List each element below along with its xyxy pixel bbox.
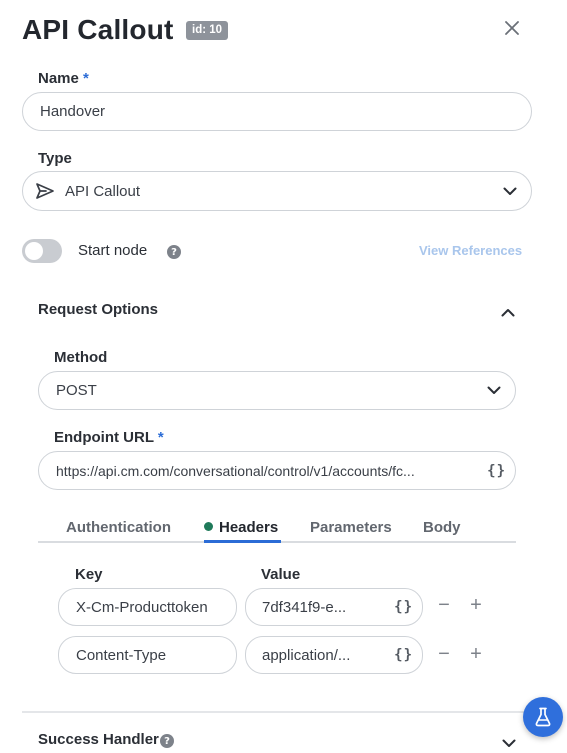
remove-header-button[interactable]: − xyxy=(436,644,452,664)
start-node-label: Start node xyxy=(78,242,148,259)
chevron-up-icon xyxy=(501,309,515,317)
remove-header-button[interactable]: − xyxy=(436,595,452,615)
view-references-link[interactable]: View References xyxy=(419,243,522,258)
close-icon xyxy=(505,21,519,35)
test-flask-button[interactable] xyxy=(523,697,563,737)
name-input-value: Handover xyxy=(40,103,106,120)
type-select[interactable]: API Callout xyxy=(22,171,532,211)
add-header-button[interactable]: + xyxy=(468,595,484,615)
tab-body[interactable]: Body xyxy=(423,519,461,536)
active-dot-icon xyxy=(204,522,213,531)
add-header-button[interactable]: + xyxy=(468,644,484,664)
key-column-label: Key xyxy=(75,566,103,583)
header-key-input[interactable]: X-Cm-Producttoken xyxy=(58,588,237,626)
header-value-text: application/... xyxy=(262,646,351,664)
section-divider xyxy=(22,711,530,713)
method-select-value: POST xyxy=(56,382,97,399)
request-options-title: Request Options xyxy=(38,301,159,318)
toggle-knob xyxy=(25,242,43,260)
header-value-text: 7df341f9-e... xyxy=(262,598,347,616)
tab-headers-label: Headers xyxy=(219,519,279,536)
required-mark: * xyxy=(157,429,164,446)
tab-headers[interactable]: Headers xyxy=(204,519,278,536)
name-label-text: Name xyxy=(38,70,79,87)
chevron-down-icon xyxy=(503,187,517,195)
value-column-label: Value xyxy=(261,566,301,583)
header-key-input[interactable]: Content-Type xyxy=(58,636,237,674)
chevron-down-icon xyxy=(502,739,516,747)
tab-parameters[interactable]: Parameters xyxy=(310,519,392,536)
endpoint-label-text: Endpoint URL xyxy=(54,429,154,446)
endpoint-label: Endpoint URL * xyxy=(54,429,164,446)
page-title: API Callout xyxy=(22,14,174,45)
send-icon xyxy=(36,183,54,199)
id-badge: id: 10 xyxy=(186,21,229,40)
variable-picker-button[interactable]: {} xyxy=(394,599,413,615)
header-key-value: Content-Type xyxy=(76,646,167,664)
method-label: Method xyxy=(54,349,108,366)
endpoint-url-input[interactable]: https://api.cm.com/conversational/contro… xyxy=(38,451,516,490)
type-select-value: API Callout xyxy=(65,182,141,200)
endpoint-url-value: https://api.cm.com/conversational/contro… xyxy=(56,462,415,479)
flask-icon xyxy=(535,707,551,727)
expand-success-handler-button[interactable] xyxy=(502,735,516,753)
help-icon[interactable]: ? xyxy=(167,245,181,259)
name-label: Name * xyxy=(38,70,89,87)
variable-picker-button[interactable]: {} xyxy=(487,463,506,479)
name-input[interactable]: Handover xyxy=(22,92,532,131)
type-label: Type xyxy=(38,150,72,167)
chevron-down-icon xyxy=(487,386,501,394)
tab-authentication[interactable]: Authentication xyxy=(66,519,171,536)
collapse-request-options-button[interactable] xyxy=(501,304,515,322)
header-value-input[interactable]: application/... {} xyxy=(245,636,423,674)
help-icon[interactable]: ? xyxy=(160,734,174,748)
active-tab-indicator xyxy=(204,540,281,543)
header-value-input[interactable]: 7df341f9-e... {} xyxy=(245,588,423,626)
method-select[interactable]: POST xyxy=(38,371,516,410)
header-key-value: X-Cm-Producttoken xyxy=(76,598,208,616)
close-button[interactable] xyxy=(500,16,524,40)
variable-picker-button[interactable]: {} xyxy=(394,647,413,663)
start-node-toggle[interactable] xyxy=(22,239,62,263)
success-handler-title: Success Handler xyxy=(38,731,159,748)
required-mark: * xyxy=(83,70,89,87)
